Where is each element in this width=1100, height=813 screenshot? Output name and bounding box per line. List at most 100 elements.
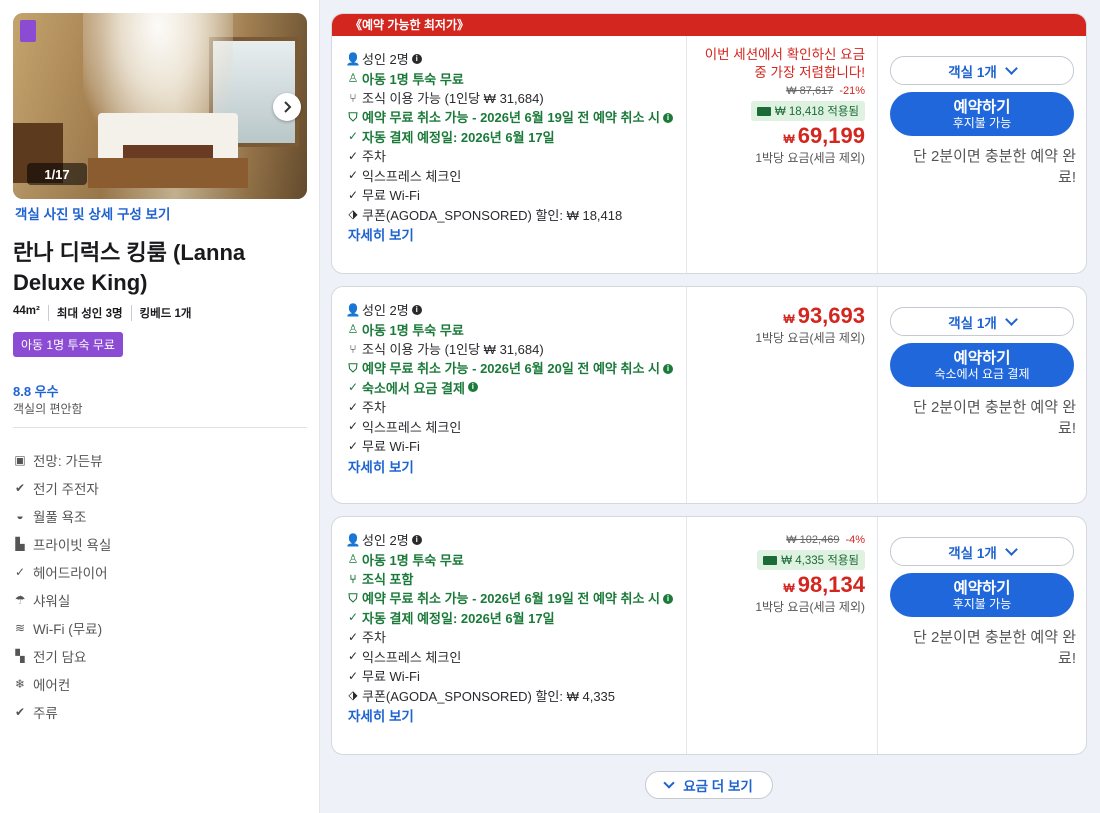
check-icon: ✓ (347, 649, 359, 664)
photo-details-link[interactable]: 객실 사진 및 상세 구성 보기 (15, 203, 170, 223)
info-icon[interactable]: i (663, 364, 673, 375)
info-icon[interactable]: i (411, 53, 422, 64)
book-button[interactable]: 예약하기 후지불 가능 (890, 573, 1074, 617)
feature-kids: ♙ 아동 1명 투숙 무료 (347, 71, 464, 87)
next-photo-button[interactable] (273, 93, 301, 121)
amenity-list: ▣ 전망: 가든뷰 ✔ 전기 주전자 ◒ 월풀 욕조 ▙ 프라이빗 욕실 ✓ 헤어드라이어… (13, 446, 111, 726)
child-icon: ♙ (347, 71, 359, 86)
room-rating: 8.8 우수 (13, 384, 59, 399)
view-icon: ▣ (14, 453, 26, 467)
tag-icon: ⬗ (348, 688, 358, 703)
lowest-price-message: 이번 세션에서 확인하신 요금 중 가장 저렴합니다! (704, 47, 865, 80)
amenity-item: ✓ 헤어드라이어 (14, 565, 108, 581)
per-night-label: 1박당 요금(세금 제외) (755, 151, 865, 165)
wifi-icon: ≋ (14, 621, 26, 635)
divider (13, 427, 307, 428)
feature-free-cancel: ⛉ 예약 무료 취소 가능 - 2026년 6월 19일 전 예약 취소 시i (346, 108, 676, 127)
per-night-label: 1박당 요금(세금 제외) (755, 331, 865, 345)
info-icon[interactable]: i (411, 304, 422, 315)
original-price: ₩ 87,617 (786, 85, 834, 97)
feature-wifi: ✓ 무료 Wi-Fi (347, 668, 420, 685)
rating-subtitle: 객실의 편안함 (13, 402, 83, 416)
info-icon[interactable]: i (663, 594, 673, 605)
feature-payment: ✓ 자동 결제 예정일: 2026년 6월 17일 (347, 610, 555, 626)
details-link[interactable]: 자세히 보기 (348, 456, 676, 476)
chevron-down-icon (1004, 312, 1018, 326)
check-icon: ✓ (347, 610, 359, 625)
check-icon: ✓ (347, 148, 359, 163)
cutlery-icon: ⑂ (349, 90, 357, 105)
offer-card: 👤 성인 2명 i ♙ 아동 1명 투숙 무료 ⑂ 조식 포함 ⛉ 예약 무료 취소 가능… (331, 516, 1087, 755)
feature-kids: ♙ 아동 1명 투숙 무료 (347, 552, 464, 568)
book-button[interactable]: 예약하기 숙소에서 요금 결제 (890, 343, 1074, 387)
max-occupancy: 최대 성인 3명 (47, 305, 131, 321)
rooms-select[interactable]: 객실 1개 (890, 56, 1074, 85)
amenity-item: ▣ 전망: 가든뷰 (14, 453, 103, 469)
check-circle-icon: ✔ (14, 705, 26, 719)
offer-actions: 객실 1개 예약하기 후지불 가능 단 2분이면 충분한 예약 완료! (878, 36, 1086, 273)
bathroom-icon: ▙ (15, 537, 25, 551)
price: ₩98,134 (783, 572, 865, 597)
kids-free-badge: 아동 1명 투숙 무료 (13, 332, 123, 357)
details-link[interactable]: 자세히 보기 (348, 224, 676, 244)
offer-features: 👤 성인 2명 i ♙ 아동 1명 투숙 무료 ⑂ 조식 이용 가능 (1인당 ₩ 31… (346, 49, 676, 244)
bed-type: 킹베드 1개 (130, 305, 200, 321)
room-info-panel: 1/17 객실 사진 및 상세 구성 보기 란나 디럭스 킹룸 (Lanna D… (0, 0, 320, 813)
cutlery-icon: ⑂ (349, 341, 357, 356)
offer-features: 👤 성인 2명 i ♙ 아동 1명 투숙 무료 ⑂ 조식 이용 가능 (1인당 ₩ 31… (346, 300, 676, 476)
quick-booking-note: 단 2분이면 충분한 예약 완료! (912, 399, 1076, 437)
discount-percent: -4% (845, 534, 865, 546)
lowest-price-banner: 《예약 가능한 최저가》 (332, 14, 1086, 36)
info-icon[interactable]: i (467, 382, 478, 393)
photo-counter: 1/17 (27, 163, 87, 185)
rooms-select[interactable]: 객실 1개 (890, 537, 1074, 566)
feature-adults: 👤 성인 2명 i (346, 49, 676, 69)
amenity-item: ❄ 에어컨 (14, 677, 71, 693)
price: ₩93,693 (783, 303, 865, 328)
person-icon: 👤 (345, 51, 361, 66)
amenity-item: ◒ 월풀 욕조 (13, 502, 111, 530)
feature-express: ✓ 익스프레스 체크인 (347, 168, 462, 184)
feature-express: ✓ 익스프레스 체크인 (347, 419, 462, 435)
more-rates-button[interactable]: 요금 더 보기 (645, 771, 773, 799)
check-icon: ✓ (347, 187, 359, 202)
room-photo[interactable]: 1/17 (13, 13, 307, 199)
details-link[interactable]: 자세히 보기 (348, 705, 676, 725)
feature-payment: ✓ 숙소에서 요금 결제 i (346, 378, 676, 398)
ticket-icon (756, 106, 771, 116)
info-icon[interactable]: i (411, 534, 422, 545)
child-icon: ♙ (347, 322, 359, 337)
info-icon[interactable]: i (663, 113, 673, 124)
offer-card: 👤 성인 2명 i ♙ 아동 1명 투숙 무료 ⑂ 조식 이용 가능 (1인당 ₩ 31… (331, 286, 1087, 504)
per-night-label: 1박당 요금(세금 제외) (755, 600, 865, 614)
amenity-item: ☂ 샤워실 (14, 593, 71, 609)
shield-icon: ⛉ (348, 109, 358, 124)
tag-icon: ⬗ (348, 207, 358, 222)
offer-price: ₩ 102,469 -4% ₩ 4,335 적용됨 ₩98,134 1박당 요금(… (686, 517, 878, 754)
child-icon: ♙ (347, 552, 359, 567)
amenity-item: ▙ 프라이빗 욕실 (13, 530, 111, 558)
feature-free-cancel: ⛉ 예약 무료 취소 가능 - 2026년 6월 20일 전 예약 취소 시i (346, 359, 676, 378)
amenity-item: ✔ 주류 (14, 705, 58, 721)
person-icon: 👤 (345, 302, 361, 317)
discount-percent: -21% (839, 85, 865, 97)
cutlery-icon: ⑂ (349, 571, 357, 586)
original-price: ₩ 102,469 (786, 534, 840, 546)
chevron-right-icon (284, 101, 292, 113)
bathtub-icon: ◒ (16, 509, 24, 523)
feature-free-cancel: ⛉ 예약 무료 취소 가능 - 2026년 6월 19일 전 예약 취소 시i (346, 589, 676, 608)
feature-parking: ✓ 주차 (347, 399, 386, 416)
feature-coupon: ⬗ 쿠폰(AGODA_SPONSORED) 할인: ₩ 4,335 (346, 686, 676, 706)
room-specs: 44m² 최대 성인 3명 킹베드 1개 (13, 305, 199, 321)
quick-booking-note: 단 2분이면 충분한 예약 완료! (912, 629, 1076, 667)
book-button[interactable]: 예약하기 후지불 가능 (890, 92, 1074, 136)
room-size: 44m² (13, 305, 40, 317)
check-icon: ✓ (347, 438, 359, 453)
rooms-select[interactable]: 객실 1개 (890, 307, 1074, 336)
offer-card: 《예약 가능한 최저가》 👤 성인 2명 i ♙ 아동 1명 투숙 무료 ⑂ 조식 이용… (331, 13, 1087, 274)
coupon-applied-badge: ₩ 18,418 적용됨 (750, 101, 865, 121)
blanket-icon: ▚ (15, 649, 25, 663)
check-icon: ✓ (347, 668, 359, 683)
feature-breakfast: ⑂ 조식 포함 (346, 569, 676, 589)
check-icon: ✓ (14, 565, 26, 579)
